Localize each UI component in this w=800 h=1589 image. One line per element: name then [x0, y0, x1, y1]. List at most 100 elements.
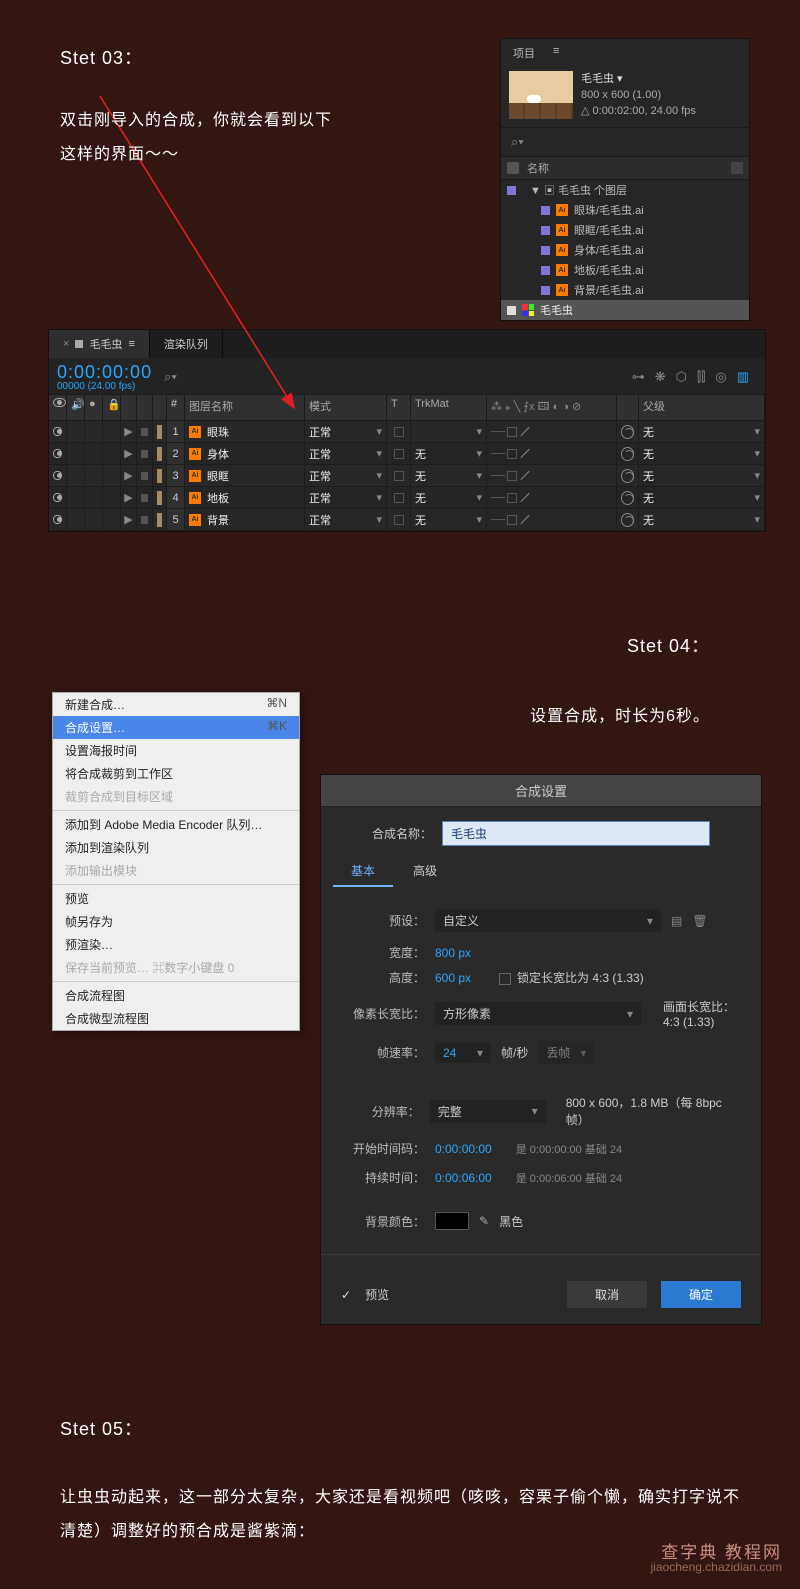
tl-tool-icon-5[interactable]: ◎ — [715, 369, 726, 385]
tab-advanced[interactable]: 高级 — [395, 856, 455, 887]
layer-mode-dropdown[interactable]: 正常▾ — [305, 465, 387, 486]
layer-mode-dropdown[interactable]: 正常▾ — [305, 443, 387, 464]
cancel-button[interactable]: 取消 — [567, 1281, 647, 1308]
start-timecode-input[interactable]: 0:00:00:00 — [435, 1142, 492, 1156]
menu-comp-settings[interactable]: 合成设置…⌘K — [53, 716, 299, 739]
layer-trkmat-dropdown[interactable]: 无▾ — [411, 465, 487, 486]
ok-button[interactable]: 确定 — [661, 1281, 741, 1308]
timeline-layer-row[interactable]: ▶ 1 Ai眼珠 正常▾ ▾ 无▾ — [49, 421, 765, 443]
tl-tool-icon-6[interactable]: ▥ — [737, 369, 749, 385]
parent-pickwhip-icon[interactable] — [621, 513, 634, 527]
layer-visibility-icon[interactable] — [53, 427, 62, 436]
layer-switches[interactable] — [487, 487, 617, 508]
comp-thumbnail[interactable] — [509, 71, 573, 119]
layer-parent-dropdown[interactable]: 无▾ — [639, 443, 765, 464]
par-dropdown[interactable]: 方形像素▾ — [435, 1002, 641, 1025]
tab-basic[interactable]: 基本 — [333, 856, 393, 887]
lock-header-icon[interactable]: 🔒 — [107, 399, 121, 411]
menu-new-comp[interactable]: 新建合成…⌘N — [53, 693, 299, 716]
resolution-dropdown[interactable]: 完整▾ — [430, 1100, 546, 1123]
layer-switches[interactable] — [487, 421, 617, 442]
timeline-layer-row[interactable]: ▶ 2 Ai身体 正常▾ 无▾ 无▾ — [49, 443, 765, 465]
tab-close-icon[interactable]: × — [63, 338, 69, 350]
comp-name-input[interactable]: 毛毛虫 — [442, 821, 710, 846]
tl-tool-icon-4[interactable]: ⫿⫿ — [697, 369, 705, 385]
name-column-header[interactable]: 名称 — [527, 160, 549, 176]
layer-shy-icon[interactable] — [141, 472, 148, 480]
layer-visibility-icon[interactable] — [53, 493, 62, 502]
width-value[interactable]: 800 px — [435, 946, 471, 960]
menu-flowchart[interactable]: 合成流程图 — [53, 984, 299, 1007]
visibility-header-icon[interactable] — [53, 398, 66, 407]
preview-checkbox[interactable]: ✓ — [341, 1288, 351, 1302]
audio-header-icon[interactable]: 🔊 — [71, 399, 85, 411]
timeline-layer-row[interactable]: ▶ 5 Ai背景 正常▾ 无▾ 无▾ — [49, 509, 765, 531]
menu-crop-work-area[interactable]: 将合成裁剪到工作区 — [53, 762, 299, 785]
delete-preset-icon[interactable]: 🗑 — [692, 914, 707, 928]
layer-twirl-icon[interactable]: ▶ — [121, 443, 137, 464]
layer-visibility-icon[interactable] — [53, 515, 62, 524]
layer-mode-dropdown[interactable]: 正常▾ — [305, 509, 387, 530]
panel-menu-icon[interactable]: ≡ — [551, 43, 561, 63]
save-preset-icon[interactable]: ▤ — [671, 914, 682, 928]
tl-tool-icon-1[interactable]: ⊶ — [632, 369, 645, 385]
layer-label-color[interactable] — [157, 491, 162, 505]
menu-add-to-render-queue[interactable]: 添加到渲染队列 — [53, 836, 299, 859]
layer-label-color[interactable] — [157, 447, 162, 461]
timeline-tab-render[interactable]: 渲染队列 — [150, 330, 223, 358]
layer-trkmat-dropdown[interactable]: ▾ — [411, 421, 487, 442]
layer-shy-icon[interactable] — [141, 516, 148, 524]
layer-twirl-icon[interactable]: ▶ — [121, 421, 137, 442]
layer-trkmat-dropdown[interactable]: 无▾ — [411, 509, 487, 530]
menu-save-frame[interactable]: 帧另存为 — [53, 910, 299, 933]
bg-color-swatch[interactable] — [435, 1212, 469, 1230]
parent-pickwhip-icon[interactable] — [621, 447, 634, 461]
project-asset-row[interactable]: Ai眼眶/毛毛虫.ai — [501, 220, 749, 240]
project-asset-row[interactable]: Ai眼珠/毛毛虫.ai — [501, 200, 749, 220]
preserve-transparency-icon[interactable] — [394, 449, 404, 459]
layer-shy-icon[interactable] — [141, 450, 148, 458]
layer-twirl-icon[interactable]: ▶ — [121, 509, 137, 530]
fps-dropdown[interactable]: 24▾ — [435, 1043, 491, 1063]
project-search[interactable]: ⌕▾ — [501, 127, 749, 157]
layer-twirl-icon[interactable]: ▶ — [121, 487, 137, 508]
timeline-tab-active[interactable]: × 毛毛虫 ≡ — [49, 330, 150, 358]
layer-trkmat-dropdown[interactable]: 无▾ — [411, 487, 487, 508]
layer-shy-icon[interactable] — [141, 494, 148, 502]
preserve-transparency-icon[interactable] — [394, 493, 404, 503]
layer-parent-dropdown[interactable]: 无▾ — [639, 509, 765, 530]
height-value[interactable]: 600 px — [435, 971, 471, 985]
layer-shy-icon[interactable] — [141, 428, 148, 436]
layer-switches[interactable] — [487, 509, 617, 530]
tl-tool-icon-2[interactable]: ❋ — [655, 369, 666, 385]
project-asset-row[interactable]: Ai身体/毛毛虫.ai — [501, 240, 749, 260]
layer-parent-dropdown[interactable]: 无▾ — [639, 465, 765, 486]
preserve-transparency-icon[interactable] — [394, 471, 404, 481]
layer-switches[interactable] — [487, 465, 617, 486]
menu-prerender[interactable]: 预渲染… — [53, 933, 299, 956]
parent-pickwhip-icon[interactable] — [621, 425, 634, 439]
project-comp-row[interactable]: 毛毛虫 — [501, 300, 749, 320]
parent-pickwhip-icon[interactable] — [621, 469, 634, 483]
preset-dropdown[interactable]: 自定义▾ — [435, 909, 661, 932]
column-toggle-icon[interactable] — [731, 162, 743, 174]
duration-input[interactable]: 0:00:06:00 — [435, 1171, 492, 1185]
preserve-transparency-icon[interactable] — [394, 515, 404, 525]
layer-parent-dropdown[interactable]: 无▾ — [639, 421, 765, 442]
layer-label-color[interactable] — [157, 425, 162, 439]
menu-add-to-ame[interactable]: 添加到 Adobe Media Encoder 队列… — [53, 813, 299, 836]
layer-label-color[interactable] — [157, 469, 162, 483]
project-asset-row[interactable]: Ai背景/毛毛虫.ai — [501, 280, 749, 300]
menu-poster-time[interactable]: 设置海报时间 — [53, 739, 299, 762]
layer-label-color[interactable] — [157, 513, 162, 527]
layer-switches[interactable] — [487, 443, 617, 464]
layer-mode-dropdown[interactable]: 正常▾ — [305, 421, 387, 442]
timeline-layer-row[interactable]: ▶ 3 Ai眼眶 正常▾ 无▾ 无▾ — [49, 465, 765, 487]
layer-visibility-icon[interactable] — [53, 449, 62, 458]
layer-visibility-icon[interactable] — [53, 471, 62, 480]
project-asset-row[interactable]: Ai地板/毛毛虫.ai — [501, 260, 749, 280]
timeline-search[interactable]: ⌕▾ — [164, 369, 177, 385]
current-timecode[interactable]: 0:00:00:00 — [57, 362, 152, 383]
layer-trkmat-dropdown[interactable]: 无▾ — [411, 443, 487, 464]
layer-mode-dropdown[interactable]: 正常▾ — [305, 487, 387, 508]
